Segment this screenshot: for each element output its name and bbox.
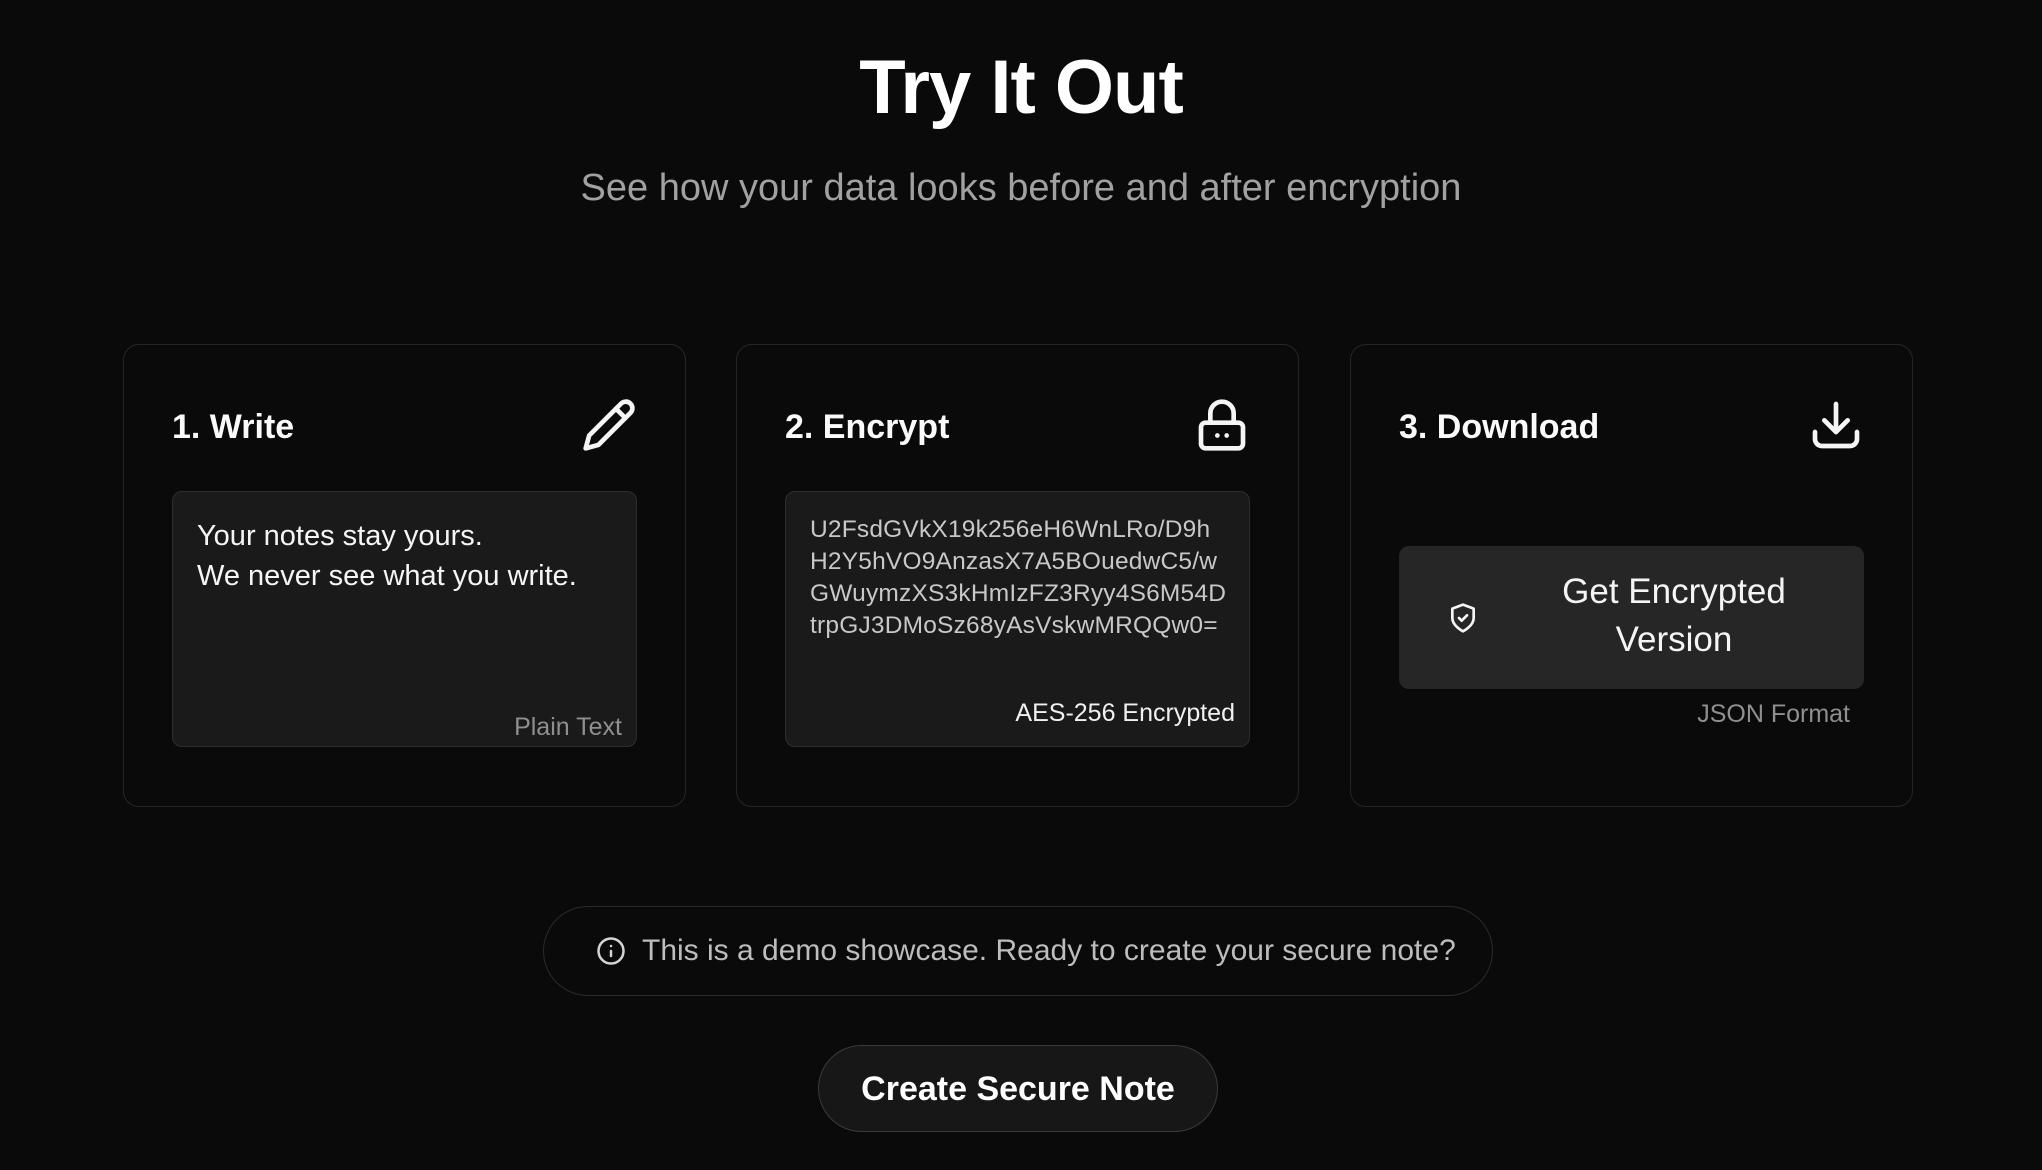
pencil-icon [581,397,637,453]
download-step-title: 3. Download [1399,408,1600,446]
encrypt-step-title: 2. Encrypt [785,408,950,446]
demo-notice-text: This is a demo showcase. Ready to create… [642,934,1456,967]
encryption-label: AES-256 Encrypted [1015,699,1235,727]
lock-icon [1194,397,1250,453]
shield-check-icon [1447,602,1479,634]
write-step-card: 1. Write Your notes stay yours. We never… [123,344,686,807]
encrypt-step-card: 2. Encrypt U2FsdGVkX19k256eH6WnLRo/D9hH2… [736,344,1299,807]
create-secure-note-button[interactable]: Create Secure Note [818,1045,1218,1132]
get-encrypted-version-label: Get Encrypted Version [1562,572,1786,659]
encrypted-text-panel: U2FsdGVkX19k256eH6WnLRo/D9hH2Y5hVO9Anzas… [785,491,1250,747]
page-subtitle: See how your data looks before and after… [580,167,1462,209]
try-it-out-section: Try It Out See how your data looks befor… [0,0,2042,1170]
ciphertext-content: U2FsdGVkX19k256eH6WnLRo/D9hH2Y5hVO9Anzas… [810,516,1227,639]
demo-notice: This is a demo showcase. Ready to create… [543,906,1493,996]
plain-text-label: Plain Text [514,713,622,741]
page-title: Try It Out [859,45,1184,130]
plain-text-panel: Your notes stay yours. We never see what… [172,491,637,747]
download-step-card: 3. Download Get Encrypted Version JSON F… [1350,344,1913,807]
info-icon [596,936,626,966]
write-step-title: 1. Write [172,408,295,446]
json-format-label: JSON Format [1697,700,1850,728]
get-encrypted-version-button[interactable]: Get Encrypted Version [1399,546,1864,689]
plain-text-content: Your notes stay yours. We never see what… [197,520,577,592]
download-icon [1808,397,1864,453]
